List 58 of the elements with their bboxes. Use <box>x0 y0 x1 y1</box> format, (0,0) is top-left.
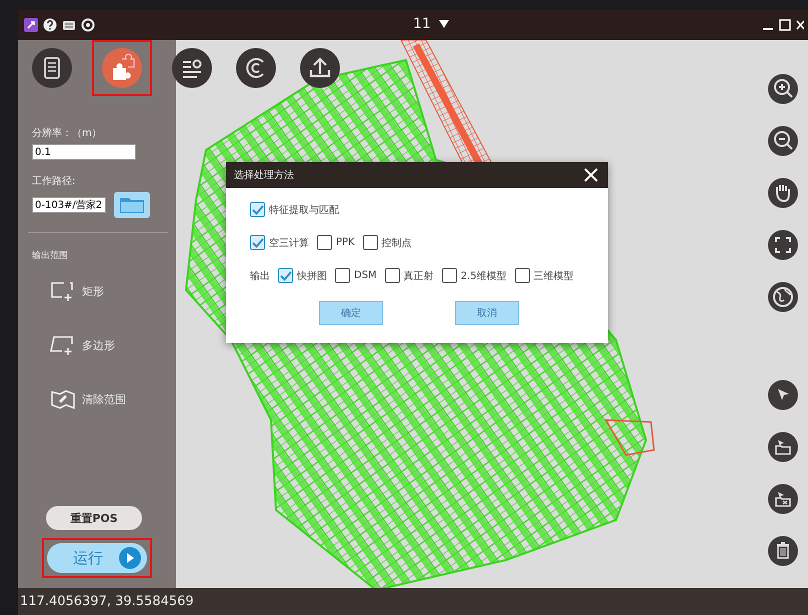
checkbox[interactable] <box>278 268 293 283</box>
path-label: 工作路径: <box>32 175 76 188</box>
fullscreen-icon[interactable] <box>768 230 798 260</box>
deselect-folder-icon[interactable] <box>768 484 798 514</box>
option-checkbox[interactable]: 快拼图 <box>278 268 327 283</box>
app-logo-icon[interactable] <box>24 18 38 32</box>
option-checkbox[interactable]: 三维模型 <box>514 268 574 283</box>
checkbox[interactable] <box>362 235 378 250</box>
cursor-icon[interactable] <box>768 380 798 410</box>
reset-pos-button[interactable]: 重置POS <box>46 506 142 530</box>
document-icon <box>32 48 72 88</box>
eraser-map-icon <box>50 388 76 410</box>
option-checkbox[interactable]: 控制点 <box>362 235 412 250</box>
gcp-target-icon <box>236 48 276 88</box>
polygon-add-icon <box>50 334 76 356</box>
checkbox[interactable] <box>384 268 400 283</box>
option-checkbox[interactable]: 真正射 <box>384 268 434 283</box>
caret-icon <box>438 20 449 28</box>
keyboard-icon[interactable] <box>62 18 76 32</box>
range-tool[interactable]: 矩形 <box>50 280 176 302</box>
level-dropdown[interactable]: 11 <box>413 16 449 32</box>
zoom-out-icon[interactable] <box>768 126 798 156</box>
close-icon[interactable] <box>584 168 598 182</box>
option-checkbox[interactable]: DSM <box>335 268 377 283</box>
settings-icon[interactable] <box>81 18 95 32</box>
option-checkbox[interactable]: PPK <box>317 235 355 250</box>
checkbox[interactable] <box>250 235 265 250</box>
select-folder-icon[interactable] <box>768 432 798 462</box>
checkbox[interactable] <box>335 268 350 283</box>
path-field[interactable]: 0-103#/营家2 <box>32 197 106 213</box>
hand-icon[interactable] <box>768 178 798 208</box>
option-checkbox[interactable]: 特征提取与匹配 <box>250 202 339 217</box>
output-range-label: 输出范围 <box>32 250 69 262</box>
upload-icon <box>300 48 340 88</box>
checkbox[interactable] <box>317 235 332 250</box>
checkbox[interactable] <box>442 268 457 283</box>
range-tool[interactable]: 多边形 <box>50 334 176 356</box>
checkbox[interactable] <box>250 202 265 217</box>
tool-button[interactable] <box>92 40 152 96</box>
range-tool[interactable]: 清除范围 <box>50 388 176 410</box>
checkbox[interactable] <box>514 268 530 283</box>
resolution-label: 分辨率：（m） <box>32 126 103 140</box>
puzzle-icon <box>102 48 142 88</box>
help-icon[interactable] <box>43 18 57 32</box>
option-checkbox[interactable]: 2.5维模型 <box>442 268 507 283</box>
dialog-title: 选择处理方法 <box>234 168 294 182</box>
close-icon[interactable] <box>796 19 804 31</box>
maximize-icon[interactable] <box>779 19 791 31</box>
globe-icon[interactable] <box>768 282 798 312</box>
rectangle-add-icon <box>50 280 76 302</box>
option-checkbox[interactable]: 空三计算 <box>250 235 309 250</box>
play-icon <box>119 547 141 569</box>
trash-icon[interactable] <box>768 536 798 566</box>
resolution-field[interactable]: 0.1 <box>32 144 136 160</box>
coordinates-text: 117.4056397, 39.5584569 <box>20 594 194 609</box>
output-label: 输出 <box>250 270 270 282</box>
folder-icon <box>119 196 145 214</box>
zoom-in-icon[interactable] <box>768 74 798 104</box>
